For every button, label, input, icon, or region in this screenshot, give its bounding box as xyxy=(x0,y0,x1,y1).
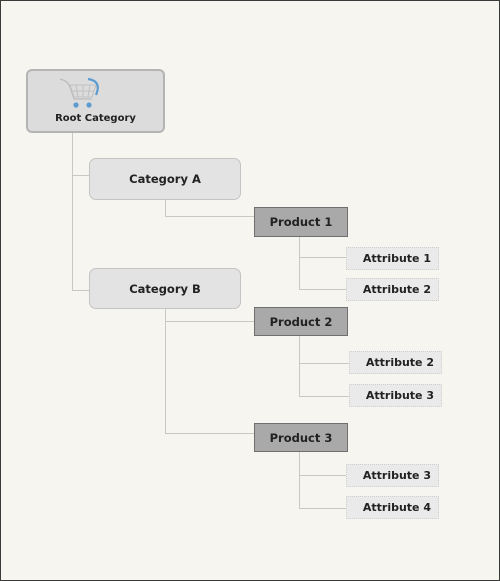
product-node[interactable]: Product 3 xyxy=(254,423,348,452)
root-category-label: Root Category xyxy=(55,113,136,124)
connector xyxy=(299,363,349,364)
connector xyxy=(299,257,346,258)
attribute-node[interactable]: Attribute 4 xyxy=(346,496,439,519)
attribute-label: Attribute 2 xyxy=(362,283,431,296)
root-category-node[interactable]: Root Category xyxy=(26,69,165,133)
attribute-node[interactable]: Attribute 2 xyxy=(349,351,442,374)
connector xyxy=(72,290,89,291)
connector xyxy=(165,433,255,434)
product-label: Product 1 xyxy=(269,215,333,229)
diagram-canvas: Root Category Category A Category B Prod… xyxy=(0,0,500,581)
connector xyxy=(165,216,255,217)
product-node[interactable]: Product 1 xyxy=(254,207,348,237)
connector xyxy=(299,396,349,397)
connector xyxy=(299,452,300,508)
category-label: Category A xyxy=(129,172,201,186)
attribute-label: Attribute 3 xyxy=(365,389,434,402)
connector xyxy=(299,508,346,509)
connector xyxy=(299,237,300,289)
product-label: Product 2 xyxy=(269,314,333,329)
connector xyxy=(72,175,89,176)
connector xyxy=(165,321,255,322)
connector xyxy=(299,289,346,290)
connector xyxy=(165,200,166,216)
category-node[interactable]: Category A xyxy=(89,158,241,200)
product-node[interactable]: Product 2 xyxy=(254,307,348,336)
attribute-node[interactable]: Attribute 3 xyxy=(346,464,439,487)
attribute-label: Attribute 3 xyxy=(362,469,431,482)
attribute-label: Attribute 1 xyxy=(362,252,431,265)
connector xyxy=(299,475,346,476)
attribute-node[interactable]: Attribute 3 xyxy=(349,384,442,407)
shopping-cart-icon xyxy=(59,77,99,108)
product-label: Product 3 xyxy=(269,430,333,445)
category-label: Category B xyxy=(129,281,201,296)
attribute-node[interactable]: Attribute 1 xyxy=(346,247,439,270)
connector xyxy=(165,309,166,433)
attribute-label: Attribute 2 xyxy=(365,356,434,369)
connector xyxy=(299,336,300,396)
category-node[interactable]: Category B xyxy=(89,268,241,309)
attribute-label: Attribute 4 xyxy=(362,501,431,514)
attribute-node[interactable]: Attribute 2 xyxy=(346,278,439,301)
connector xyxy=(72,133,73,290)
